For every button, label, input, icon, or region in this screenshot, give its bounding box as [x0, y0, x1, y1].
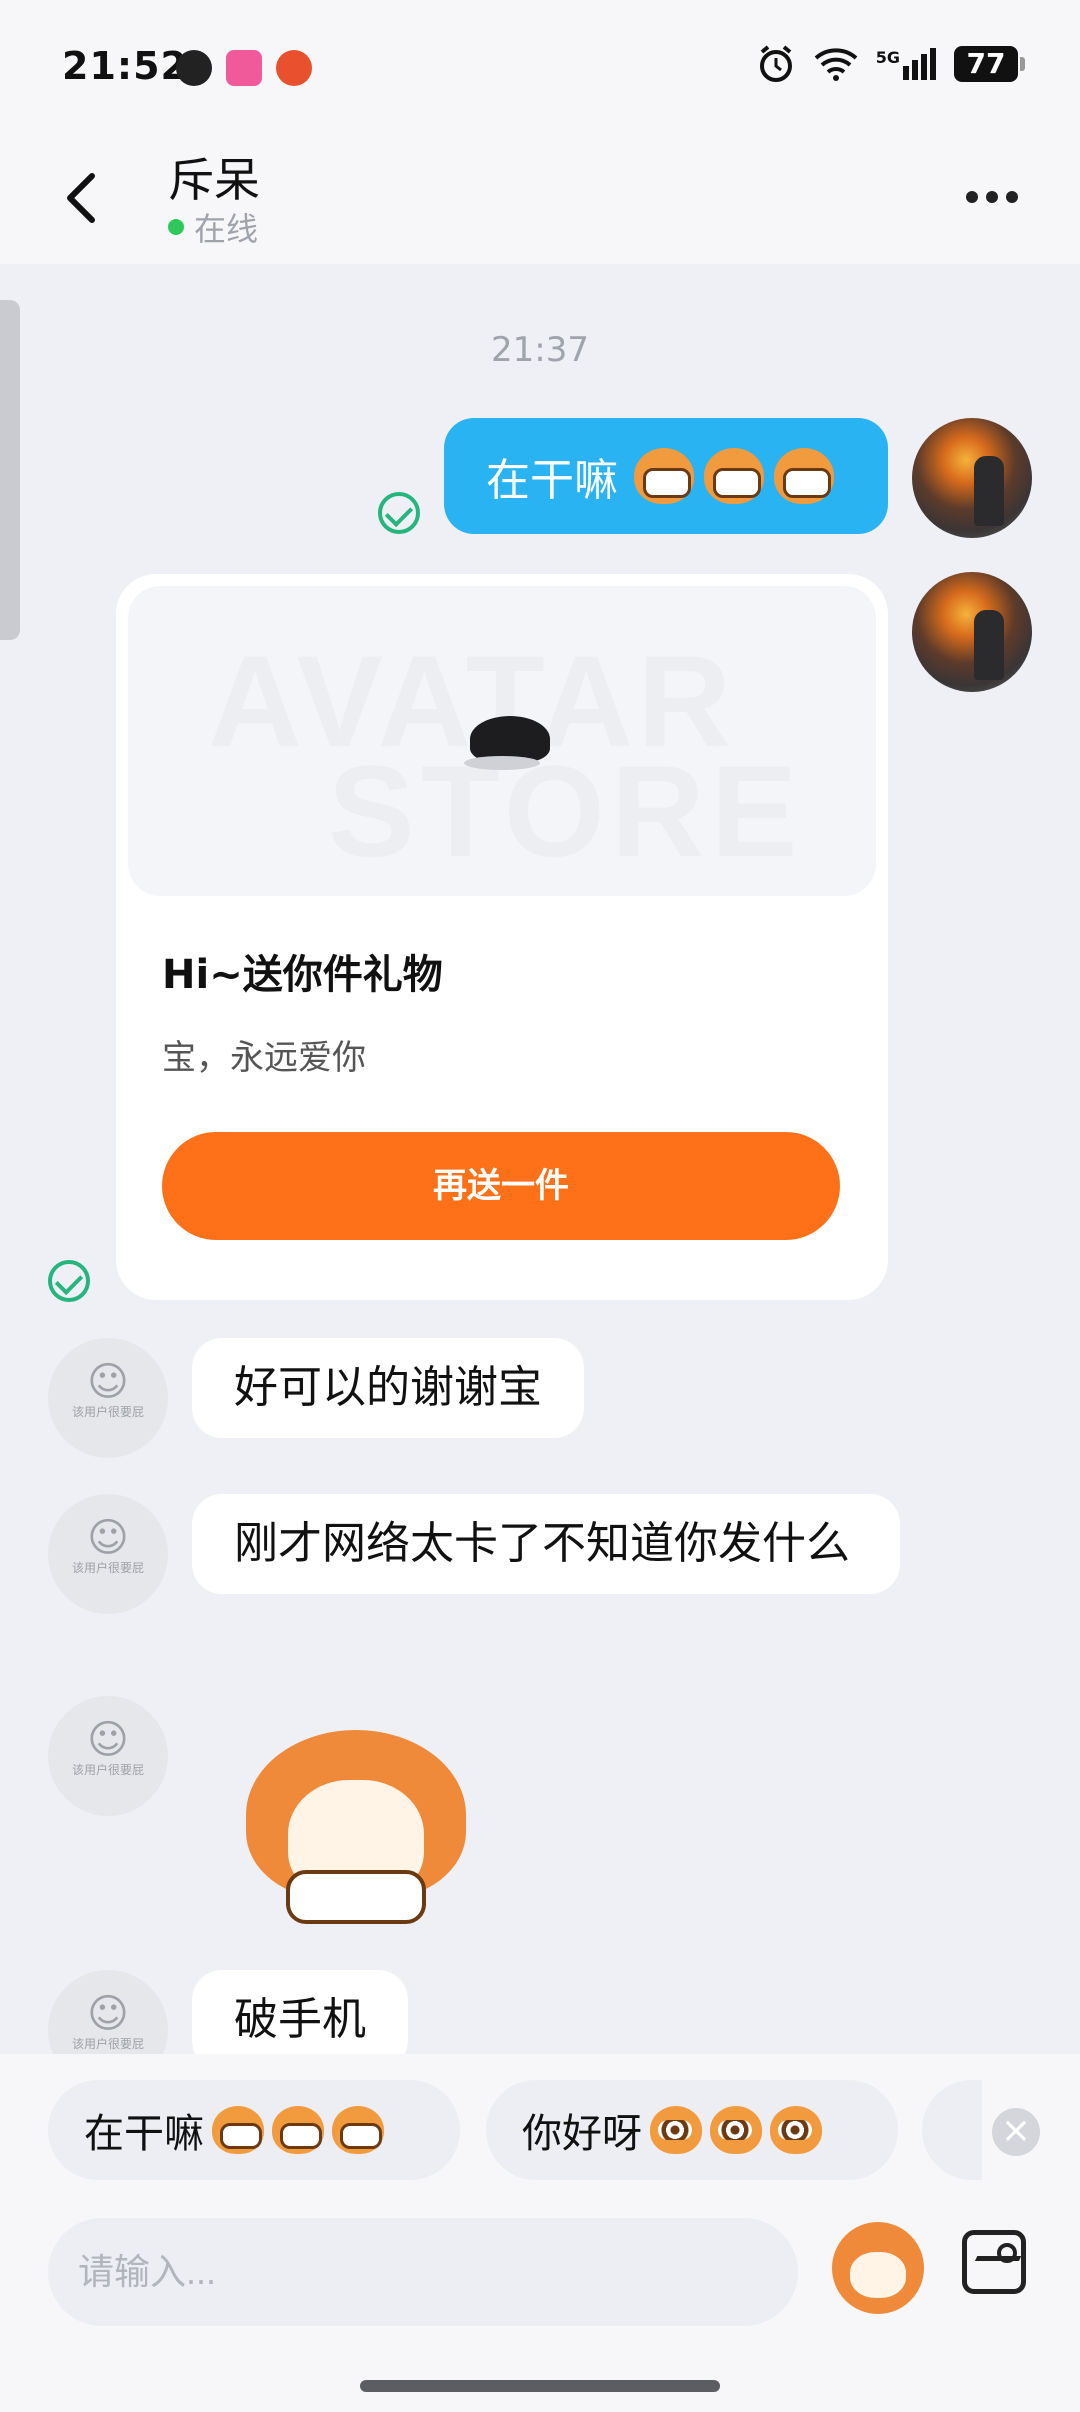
online-status-text: 在线 — [194, 210, 259, 248]
gift-subtitle: 宝，永远爱你 — [162, 1038, 366, 1078]
gift-image: AVATAR STORE — [128, 586, 876, 896]
bilibili-icon — [226, 50, 262, 86]
alarm-icon — [759, 45, 792, 82]
grin-emoji-icon — [332, 2106, 384, 2154]
dog-icon: ☺ — [87, 1717, 129, 1763]
beret-gift-icon — [464, 716, 550, 770]
status-bar: 21:52 5G 77 — [0, 0, 1080, 132]
chat-header: 斥呆 在线 — [0, 132, 1080, 264]
more-button[interactable] — [952, 172, 1032, 222]
received-message-bubble[interactable]: 刚才网络太卡了不知道你发什么 — [192, 1494, 900, 1594]
message-timestamp: 21:37 — [491, 330, 589, 370]
online-dot-icon — [168, 219, 184, 235]
contact-avatar[interactable]: ☺ 该用户很要屁 — [48, 1494, 168, 1614]
received-message-text: 破手机 — [234, 1994, 366, 2045]
grin-emoji-icon — [272, 2106, 324, 2154]
quick-reply-chip[interactable]: 在干嘛 — [48, 2080, 460, 2180]
gift-title: Hi~送你件礼物 — [162, 952, 443, 998]
quick-reply-text: 在干嘛 — [84, 2111, 204, 2157]
check-circle-icon — [48, 1260, 90, 1302]
contact-name: 斥呆 — [168, 153, 260, 207]
contact-avatar[interactable]: ☺ 该用户很要屁 — [48, 1338, 168, 1458]
my-avatar[interactable] — [912, 418, 1032, 538]
received-message-text: 刚才网络太卡了不知道你发什么 — [234, 1518, 850, 1569]
app-notification-icon — [276, 50, 312, 86]
notification-icons — [176, 50, 312, 86]
grin-emoji-icon — [212, 2106, 264, 2154]
watermark-line2: STORE — [328, 738, 804, 884]
chevron-left-icon — [67, 173, 95, 223]
battery-indicator: 77 — [954, 46, 1025, 82]
status-time: 21:52 — [62, 44, 188, 88]
dog-icon: ☺ — [87, 1515, 129, 1561]
quick-reply-chip[interactable]: 你好呀 — [486, 2080, 898, 2180]
composer-area: 在干嘛 你好呀 × — [0, 2054, 1080, 2412]
signal-icon: 5G — [876, 48, 936, 80]
grin-emoji-icon — [634, 448, 694, 504]
message-input[interactable] — [48, 2218, 798, 2326]
quick-reply-chip-partial[interactable] — [922, 2080, 982, 2180]
shy-emoji-icon — [710, 2106, 762, 2154]
received-message-bubble[interactable]: 好可以的谢谢宝 — [192, 1338, 584, 1438]
sent-message-bubble[interactable]: 在干嘛 — [444, 418, 888, 534]
home-indicator[interactable] — [360, 2380, 720, 2392]
dog-icon: ☺ — [87, 1991, 129, 2037]
gift-card[interactable]: AVATAR STORE Hi~送你件礼物 宝，永远爱你 再送一件 — [116, 574, 888, 1300]
back-button[interactable] — [52, 162, 112, 232]
sticker-message[interactable] — [236, 1710, 476, 1930]
system-icons: 5G 77 — [756, 44, 1025, 84]
wifi-icon — [814, 48, 858, 81]
sent-message-text: 在干嘛 — [486, 455, 618, 506]
dog-icon: ☺ — [87, 1359, 129, 1405]
image-icon[interactable] — [962, 2230, 1026, 2294]
grin-emoji-icon — [704, 448, 764, 504]
shy-emoji-icon — [770, 2106, 822, 2154]
online-status: 在线 — [168, 204, 258, 250]
wechat-icon — [176, 50, 212, 86]
close-icon[interactable]: × — [992, 2108, 1040, 2156]
received-message-text: 好可以的谢谢宝 — [234, 1362, 542, 1413]
more-dots-icon — [966, 191, 978, 203]
shy-emoji-icon — [650, 2106, 702, 2154]
quick-reply-text: 你好呀 — [522, 2111, 642, 2157]
send-again-button[interactable]: 再送一件 — [162, 1132, 840, 1240]
grin-emoji-icon — [774, 448, 834, 504]
contact-avatar[interactable]: ☺ 该用户很要屁 — [48, 1696, 168, 1816]
check-circle-icon — [378, 492, 420, 534]
my-avatar[interactable] — [912, 572, 1032, 692]
sticker-icon[interactable] — [832, 2222, 924, 2314]
